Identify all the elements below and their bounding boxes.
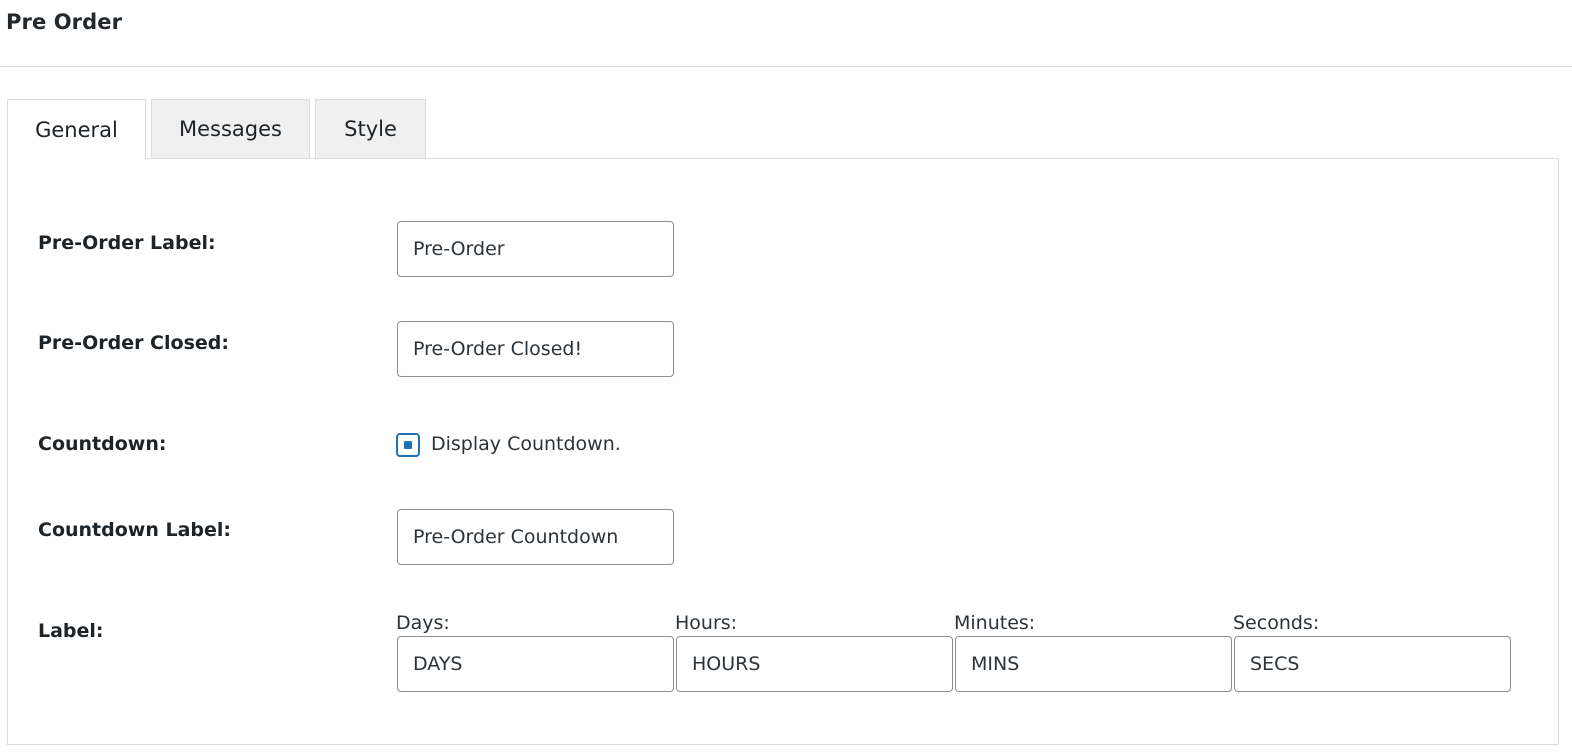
- minutes-label-input[interactable]: [955, 636, 1232, 692]
- checkbox-checked-mark: [404, 441, 412, 449]
- seconds-label-input[interactable]: [1234, 636, 1511, 692]
- display-countdown-label[interactable]: Display Countdown.: [431, 433, 621, 455]
- title-divider: [0, 66, 1572, 67]
- tab-style-label: Style: [344, 117, 397, 141]
- hours-label-input[interactable]: [676, 636, 953, 692]
- unit-labels-title: Label:: [38, 620, 104, 642]
- days-sub-label: Days:: [396, 612, 450, 634]
- countdown-title: Countdown:: [38, 433, 167, 455]
- seconds-sub-label: Seconds:: [1233, 612, 1320, 634]
- tab-general[interactable]: General: [7, 99, 146, 159]
- tab-messages[interactable]: Messages: [151, 99, 310, 158]
- pre-order-settings-page: Pre Order General Messages Style Pre-Ord…: [0, 0, 1572, 756]
- display-countdown-checkbox[interactable]: [396, 433, 420, 457]
- preorder-label-title: Pre-Order Label:: [38, 232, 216, 254]
- days-label-input[interactable]: [397, 636, 674, 692]
- preorder-closed-input[interactable]: [397, 321, 674, 377]
- hours-sub-label: Hours:: [675, 612, 738, 634]
- countdown-label-input[interactable]: [397, 509, 674, 565]
- preorder-closed-title: Pre-Order Closed:: [38, 332, 229, 354]
- preorder-label-input[interactable]: [397, 221, 674, 277]
- tab-general-label: General: [35, 117, 118, 142]
- page-title: Pre Order: [6, 10, 123, 34]
- countdown-label-title: Countdown Label:: [38, 519, 232, 541]
- tab-style[interactable]: Style: [315, 99, 426, 158]
- minutes-sub-label: Minutes:: [954, 612, 1036, 634]
- tab-messages-label: Messages: [179, 117, 282, 141]
